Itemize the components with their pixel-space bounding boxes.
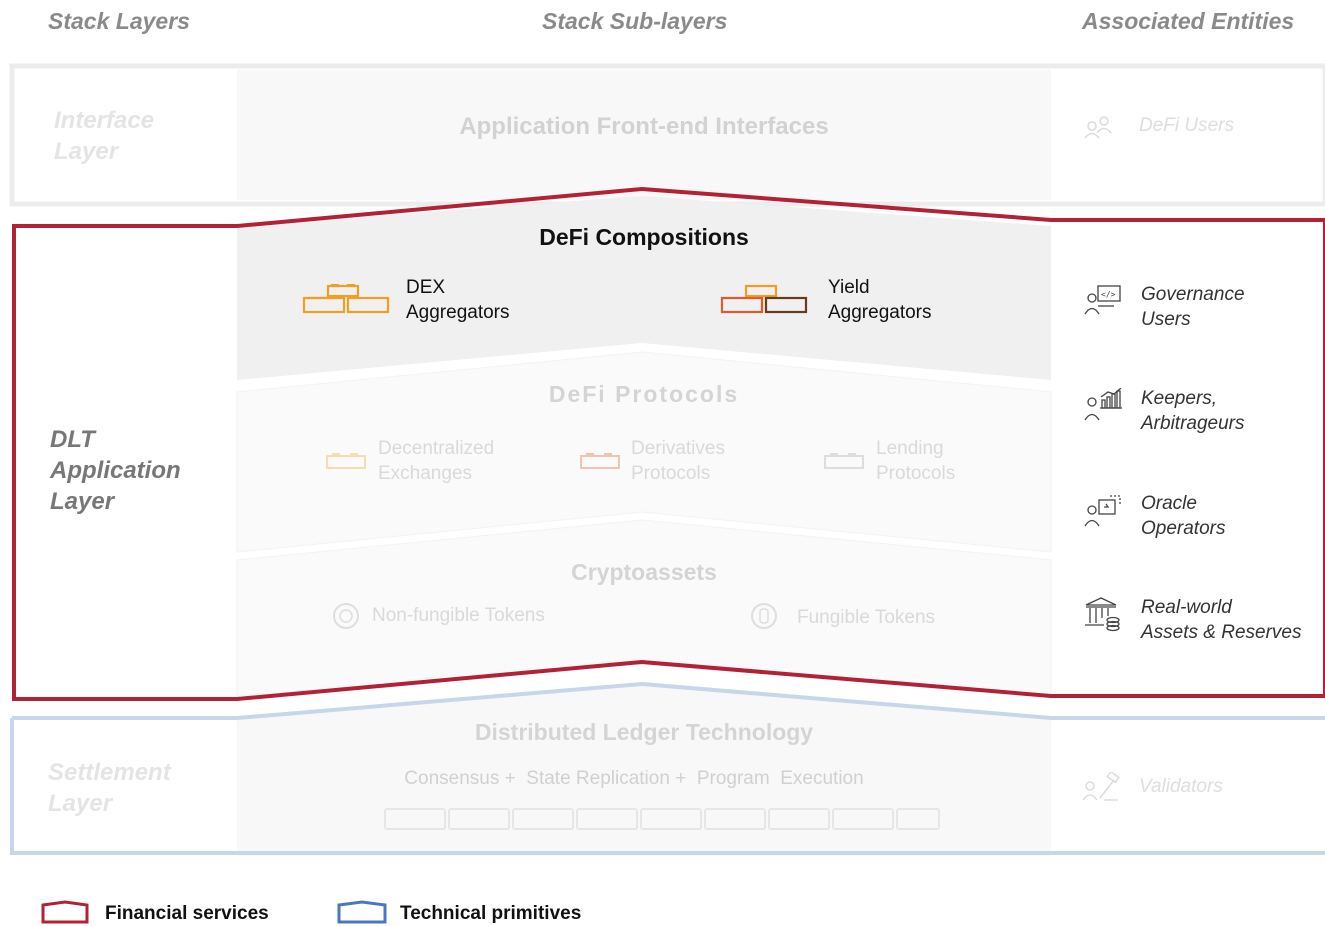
entity-validators: Validators — [1139, 776, 1223, 797]
cryptoassets-title: Cryptoassets — [571, 559, 717, 585]
lending-protocol-icon — [824, 453, 864, 469]
dlt-subtitle: Consensus + State Replication + Program … — [404, 768, 864, 789]
bank-icon — [1085, 597, 1120, 632]
interface-layer-name: Interface Layer — [54, 107, 155, 165]
derivatives-protocol-icon — [580, 453, 620, 469]
dex-blocks-icon — [302, 284, 390, 314]
application-layer-name: DLT Application Layer — [50, 426, 181, 515]
legend-technical-icon — [337, 900, 387, 924]
legend-financial-label: Financial services — [105, 903, 269, 924]
users-icon — [1084, 116, 1112, 139]
entity-real-world-assets: Real-world Assets & Reserves — [1141, 597, 1302, 643]
interface-sublayer-title: Application Front-end Interfaces — [459, 113, 829, 140]
entity-defi-users: DeFi Users — [1139, 115, 1235, 136]
legend-financial-icon — [41, 900, 89, 924]
keepers-icon — [1084, 388, 1122, 421]
legend-technical-label: Technical primitives — [400, 903, 582, 924]
svg-text:</>: </> — [1101, 290, 1116, 299]
entity-oracle-operators: Oracle Operators — [1141, 493, 1226, 539]
entity-governance-users: Governance Users — [1141, 284, 1245, 330]
yield-blocks-icon — [720, 284, 808, 314]
fungible-token-icon — [751, 603, 777, 629]
header-sub-layers: Stack Sub-layers — [542, 8, 728, 34]
compositions-title: DeFi Compositions — [539, 224, 749, 250]
derivatives-protocols-label: Derivatives Protocols — [631, 438, 725, 484]
nft-label: Non-fungible Tokens — [372, 605, 545, 626]
entity-keepers: Keepers, Arbitrageurs — [1141, 388, 1245, 434]
dex-aggregators-label: DEX Aggregators — [406, 277, 510, 323]
header-entities: Associated Entities — [1082, 8, 1295, 34]
header-stack-layers: Stack Layers — [48, 8, 190, 34]
nft-icon — [333, 603, 359, 629]
governance-icon: </> — [1084, 285, 1121, 315]
settlement-layer-name: Settlement Layer — [48, 759, 171, 817]
validators-icon — [1082, 772, 1120, 801]
decentralized-exchanges-label: Decentralized Exchanges — [378, 438, 495, 484]
dlt-title: Distributed Ledger Technology — [474, 719, 814, 745]
lending-protocols-label: Lending Protocols — [876, 438, 956, 484]
yield-aggregators-label: Yield Aggregators — [828, 277, 932, 323]
fungible-tokens-label: Fungible Tokens — [797, 607, 936, 628]
dex-protocol-icon — [326, 453, 366, 469]
protocols-title: DeFi Protocols — [548, 381, 740, 407]
oracle-icon — [1084, 495, 1121, 527]
